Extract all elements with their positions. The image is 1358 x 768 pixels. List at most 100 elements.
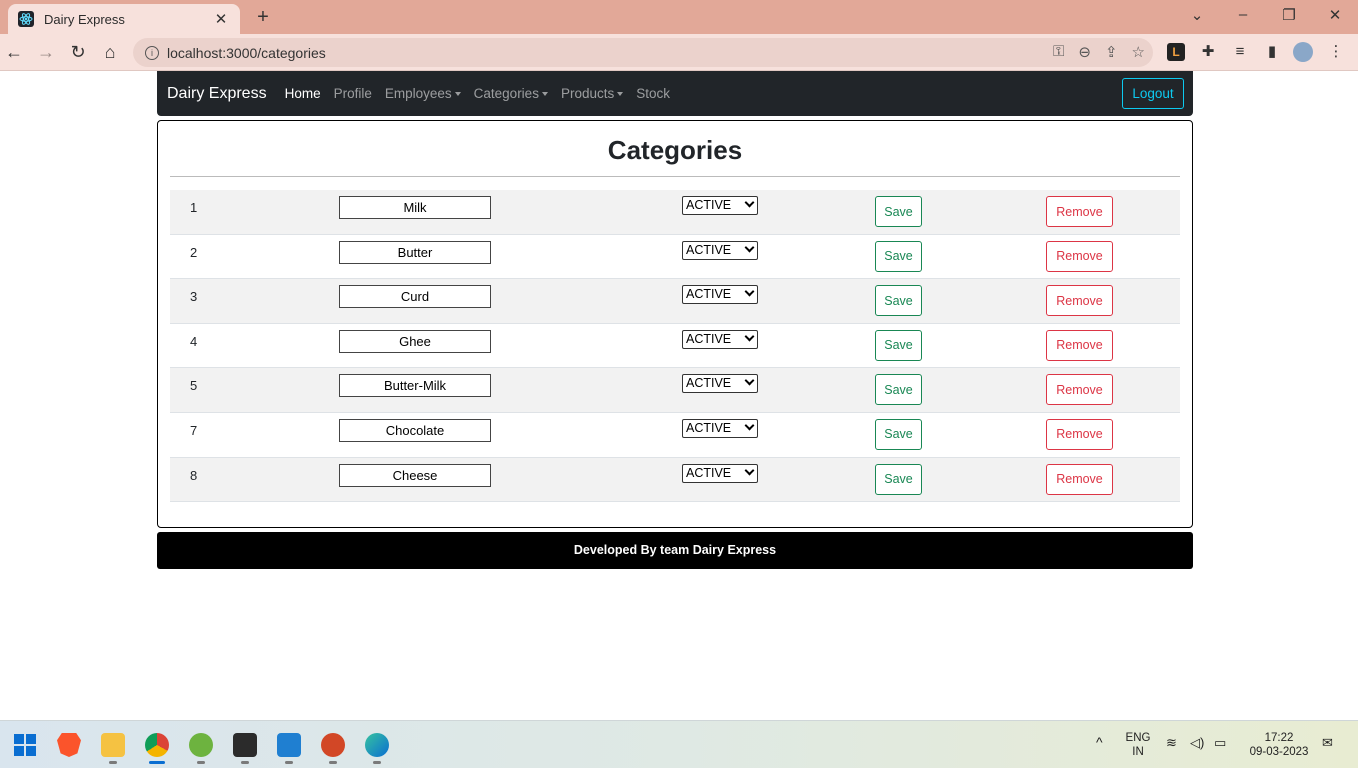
volume-icon[interactable]: ◁) [1190,736,1204,750]
chevron-down-icon [744,465,755,476]
category-name-input[interactable]: Milk [339,196,491,219]
category-id: 1 [190,200,198,215]
url-text: localhost:3000/categories [167,44,326,61]
category-id: 8 [190,467,198,483]
status-select[interactable]: ACTIVE [682,196,758,215]
nav-profile[interactable]: Profile [334,86,372,101]
remove-button[interactable]: Remove [1046,196,1113,227]
app-navbar: Dairy Express Home Profile Employees Cat… [157,71,1193,116]
minimize-icon[interactable]: – [1231,6,1255,23]
chevron-down-icon[interactable]: ⌄ [1185,6,1209,24]
brand[interactable]: Dairy Express [167,85,267,103]
remove-button[interactable]: Remove [1046,285,1113,317]
save-button[interactable]: Save [875,240,922,272]
tab-title: Dairy Express [44,11,125,27]
remove-button[interactable]: Remove [1046,418,1113,450]
battery-icon[interactable]: ▭ [1214,736,1226,750]
file-explorer-icon[interactable] [101,733,125,757]
status-select[interactable]: ACTIVE [682,285,758,305]
puzzle-icon[interactable]: ✚ [1197,41,1219,63]
remove-button[interactable]: Remove [1046,374,1113,406]
powerpoint-icon[interactable] [321,733,345,757]
save-button[interactable]: Save [875,418,922,450]
profile-avatar[interactable] [1293,42,1313,62]
terminal-icon[interactable] [233,733,257,757]
nav-products-label: Products [560,86,615,101]
info-icon[interactable]: i [145,45,159,60]
nav-categories-label: Categories [473,86,539,101]
media-icon[interactable]: ≡ [1229,41,1251,63]
lang-text: ENG [1125,732,1151,744]
category-id: 7 [190,422,198,438]
chrome-icon[interactable] [145,733,169,757]
save-button[interactable]: Save [875,285,922,317]
logout-button[interactable]: Logout [1122,78,1184,109]
nav-employees[interactable]: Employees [385,86,461,101]
category-id: 3 [190,289,198,305]
forward-icon[interactable]: → [34,41,58,65]
table-row: 5 Butter-Milk ACTIVE Save Remove [170,368,1180,413]
nav-home-label: Home [284,86,321,101]
back-icon[interactable]: ← [2,41,26,65]
remove-button[interactable]: Remove [1046,240,1113,272]
table-row: 8 Cheese ACTIVE Save Remove [170,457,1180,503]
key-icon[interactable]: ⚿ [1053,43,1064,61]
category-name-input[interactable]: Cheese [339,463,491,487]
clock[interactable]: 17:22 09-03-2023 [1246,731,1312,759]
windows-start-icon[interactable] [13,733,37,757]
nav-products[interactable]: Products [560,86,624,101]
nav-stock-label: Stock [636,86,670,101]
zoom-icon[interactable]: ⊖ [1078,43,1091,61]
language-indicator[interactable]: ENG IN [1124,731,1152,759]
nav-stock[interactable]: Stock [636,86,670,101]
window-close-icon[interactable]: ✕ [1323,6,1347,24]
nav-categories[interactable]: Categories [474,86,548,101]
status-select[interactable]: ACTIVE [682,240,758,260]
restore-icon[interactable]: ❐ [1277,6,1301,24]
browser-tab[interactable]: Dairy Express ✕ [8,4,240,34]
status-value: ACTIVE [686,331,732,346]
vscode-icon[interactable] [277,733,301,757]
brave-browser-icon[interactable] [57,733,81,757]
save-button[interactable]: Save [875,374,922,406]
wifi-icon[interactable]: ≋ [1166,736,1177,750]
sidebar-icon[interactable]: ▮ [1261,41,1283,63]
taskbar: ^ ENG IN ≋ ◁) ▭ 17:22 09-03-2023 ✉ [0,720,1358,768]
react-icon [18,11,34,27]
remove-button[interactable]: Remove [1046,329,1113,361]
extension-icon[interactable]: L [1167,43,1185,61]
category-name-input[interactable]: Butter [339,240,491,264]
remove-button[interactable]: Remove [1046,463,1113,495]
save-button[interactable]: Save [875,196,922,227]
caret-down-icon [541,92,548,97]
address-bar[interactable]: i localhost:3000/categories ⚿ ⊖ ⇪ ☆ [133,38,1153,67]
save-button[interactable]: Save [875,329,922,361]
chevron-down-icon [744,420,755,431]
save-button[interactable]: Save [875,463,922,495]
status-select[interactable]: ACTIVE [682,418,758,438]
spring-tool-icon[interactable] [189,733,213,757]
status-select[interactable]: ACTIVE [682,463,758,483]
category-name-input[interactable]: Curd [339,285,491,309]
clock-time: 17:22 [1264,732,1294,744]
region-text: IN [1132,746,1144,758]
star-icon[interactable]: ☆ [1132,43,1145,61]
new-tab-button[interactable]: + [252,6,274,28]
category-name-input[interactable]: Butter-Milk [339,374,491,398]
menu-icon[interactable]: ⋮ [1325,41,1347,63]
category-name-input[interactable]: Ghee [339,329,491,353]
status-select[interactable]: ACTIVE [682,374,758,394]
notification-icon[interactable]: ✉ [1322,736,1333,750]
running-indicator [241,761,249,764]
category-name-input[interactable]: Chocolate [339,418,491,442]
reload-icon[interactable]: ↻ [66,41,90,65]
nav-home[interactable]: Home [285,86,321,101]
table-row: 2 Butter ACTIVE Save Remove [170,235,1180,280]
status-value: ACTIVE [686,287,732,302]
share-icon[interactable]: ⇪ [1105,43,1118,61]
chevron-up-icon[interactable]: ^ [1096,735,1103,749]
edge-icon[interactable] [365,733,389,757]
status-select[interactable]: ACTIVE [682,329,758,349]
home-icon[interactable]: ⌂ [98,41,122,65]
close-icon[interactable]: ✕ [212,10,230,28]
